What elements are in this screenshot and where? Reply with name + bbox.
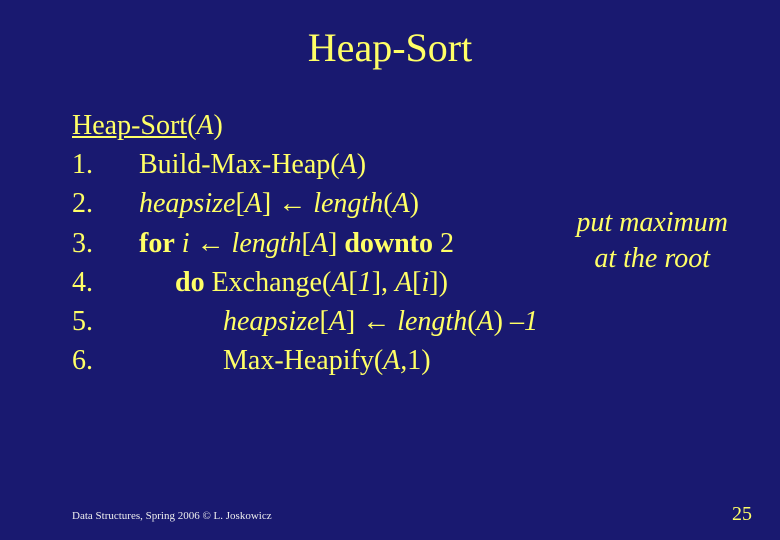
text: Max-Heapify( — [223, 345, 383, 376]
algo-arg: A — [196, 110, 213, 141]
text: ( — [467, 306, 476, 337]
arrow-icon: ← — [197, 227, 225, 258]
line-num: 4. — [72, 267, 93, 298]
arg: A, — [383, 345, 407, 376]
text: ( — [383, 188, 392, 219]
annotation-line1: put maximum — [576, 205, 728, 241]
kw: heapsize — [139, 188, 235, 219]
arrow-icon: ← — [362, 305, 390, 336]
kw: heapsize — [223, 306, 319, 337]
annotation: put maximum at the root — [576, 205, 728, 278]
paren-close: ) — [214, 110, 223, 141]
line-num: 2. — [72, 188, 93, 219]
line-num: 5. — [72, 306, 93, 337]
line-num: 3. — [72, 228, 93, 259]
algo-line-1: 1. Build-Max-Heap(A) — [72, 146, 740, 185]
arrow-icon: ← — [278, 187, 306, 218]
text: Build-Max-Heap( — [139, 149, 340, 180]
arg: A — [340, 149, 357, 180]
kw: do — [175, 267, 212, 298]
kw: length — [306, 188, 383, 219]
arg: A — [477, 306, 494, 337]
text: [ — [235, 188, 244, 219]
paren-open: ( — [187, 110, 196, 141]
kw: length — [225, 228, 302, 259]
num: 1 — [524, 306, 538, 337]
text: Exchange( — [212, 267, 332, 298]
arg: A — [329, 306, 346, 337]
arg: A — [393, 188, 410, 219]
text: ] — [262, 188, 278, 219]
kw: downto — [344, 228, 433, 259]
text: ], — [372, 267, 395, 298]
text: ] — [346, 306, 362, 337]
text: 1) — [407, 345, 430, 376]
slide: Heap-Sort Heap-Sort(A) 1.Build-Max-Heap(… — [0, 0, 780, 540]
text: ) — [494, 306, 510, 337]
line-num: 6. — [72, 345, 93, 376]
algo-header: Heap-Sort(A) — [72, 107, 740, 146]
algo-name: Heap-Sort — [72, 110, 187, 141]
page-number: 25 — [732, 503, 752, 526]
slide-title: Heap-Sort — [0, 0, 780, 81]
minus: – — [510, 306, 524, 337]
text: ] — [328, 228, 344, 259]
text: [ — [412, 267, 421, 298]
arg: A — [311, 228, 328, 259]
text: ]) — [429, 267, 448, 298]
text: [ — [319, 306, 328, 337]
text: ) — [410, 188, 419, 219]
text: [ — [302, 228, 311, 259]
text: 2 — [433, 228, 454, 259]
idx: 1 — [358, 267, 372, 298]
footer-credit: Data Structures, Spring 2006 © L. Joskow… — [72, 510, 272, 522]
annotation-line2: at the root — [576, 241, 728, 277]
arg: A — [331, 267, 348, 298]
algo-line-5: 5.heapsize[A] ← length(A) –1 — [72, 302, 740, 342]
arg: A — [245, 188, 262, 219]
text: ) — [357, 149, 366, 180]
kw: length — [390, 306, 467, 337]
line-num: 1. — [72, 149, 93, 180]
slide-body: Heap-Sort(A) 1.Build-Max-Heap(A) 2.heaps… — [0, 81, 780, 380]
arg: A — [395, 267, 412, 298]
kw: for — [139, 228, 175, 259]
text: [ — [348, 267, 357, 298]
text: i — [175, 228, 197, 259]
algo-line-6: 6. Max-Heapify(A,1) — [72, 342, 740, 381]
